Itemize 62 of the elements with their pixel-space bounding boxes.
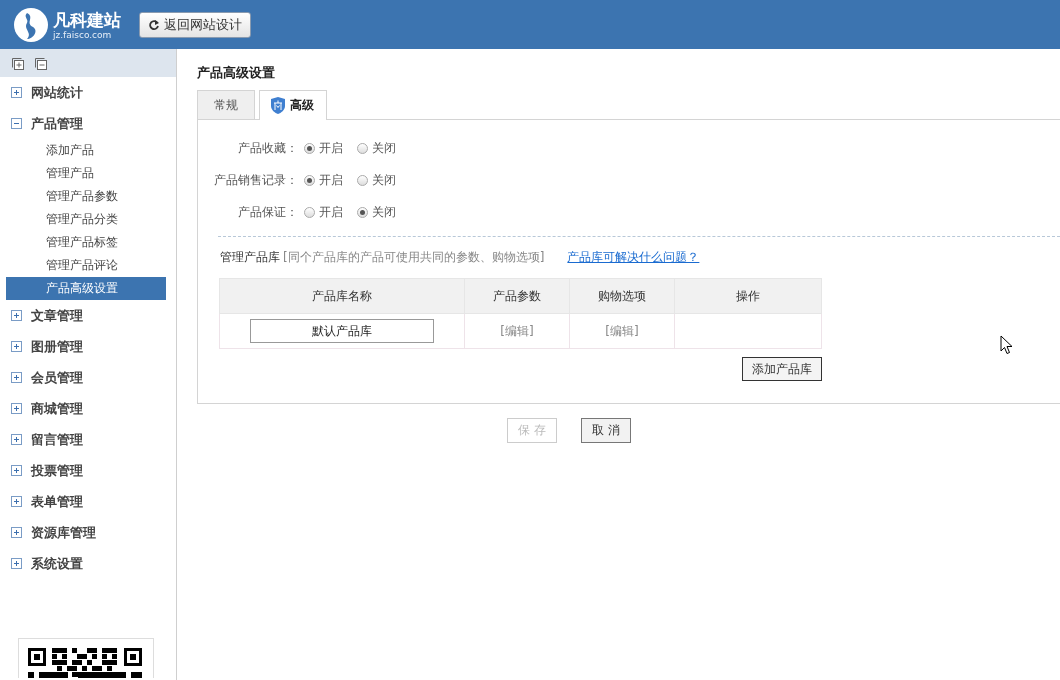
nav-item[interactable]: 系统设置 (0, 548, 176, 579)
sub-nav-item[interactable]: 产品高级设置 (6, 277, 166, 300)
nav-label: 资源库管理 (31, 523, 96, 542)
column-header: 购物选项 (569, 278, 675, 314)
nav-label: 商城管理 (31, 399, 83, 418)
nav-item[interactable]: 图册管理 (0, 331, 176, 362)
add-library-button[interactable]: 添加产品库 (742, 357, 822, 381)
nav-item[interactable]: 网站统计 (0, 77, 176, 108)
nav-label: 图册管理 (31, 337, 83, 356)
column-header: 产品参数 (464, 278, 570, 314)
nav-label: 产品管理 (31, 114, 83, 133)
nav-label: 留言管理 (31, 430, 83, 449)
logo-url: jz.faisco.com (53, 29, 113, 40)
nav-item[interactable]: 产品管理 (0, 108, 176, 139)
nav-label: 网站统计 (31, 83, 83, 102)
nav-label: 系统设置 (31, 554, 83, 573)
edit-link[interactable]: [编辑] (500, 323, 534, 338)
setting-label: 产品保证： (237, 203, 298, 221)
mouse-cursor-icon (1000, 335, 1014, 355)
section-hint: [同个产品库的产品可使用共同的参数、购物选项] (283, 248, 545, 266)
sub-nav-item[interactable]: 添加产品 (6, 139, 166, 162)
help-link[interactable]: 产品库可解决什么问题？ (567, 248, 700, 266)
sub-nav-item[interactable]: 管理产品 (6, 162, 166, 185)
section-title: 管理产品库 (220, 248, 280, 266)
setting-label: 产品销售记录： (213, 171, 298, 189)
sub-nav-item[interactable]: 管理产品分类 (6, 208, 166, 231)
expand-all-icon (11, 56, 24, 70)
nav-label: 表单管理 (31, 492, 83, 511)
nav-item[interactable]: 留言管理 (0, 424, 176, 455)
name-field[interactable]: 默认产品库 (250, 319, 434, 343)
radio-option[interactable]: 开启 (304, 139, 343, 157)
nav-label: 文章管理 (31, 306, 83, 325)
radio-option[interactable]: 开启 (304, 203, 343, 221)
sub-nav-item[interactable]: 管理产品参数 (6, 185, 166, 208)
sub-nav-item[interactable]: 管理产品评论 (6, 254, 166, 277)
tab[interactable]: 常规 (197, 90, 255, 119)
radio-option[interactable]: 开启 (304, 171, 343, 189)
back-button[interactable]: 返回网站设计 (139, 11, 251, 38)
radio-option[interactable]: 关闭 (357, 203, 396, 221)
nav-item[interactable]: 商城管理 (0, 393, 176, 424)
column-header: 操作 (674, 278, 822, 314)
shield-icon (270, 97, 286, 114)
radio-option[interactable]: 关闭 (357, 171, 396, 189)
nav-label: 会员管理 (31, 368, 83, 387)
tab[interactable]: 高级 (259, 90, 327, 120)
nav-item[interactable]: 表单管理 (0, 486, 176, 517)
nav-item[interactable]: 会员管理 (0, 362, 176, 393)
nav-item[interactable]: 资源库管理 (0, 517, 176, 548)
nav-item[interactable]: 投票管理 (0, 455, 176, 486)
radio-option[interactable]: 关闭 (357, 139, 396, 157)
nav-label: 投票管理 (31, 461, 83, 480)
action-button[interactable]: 取 消 (581, 418, 631, 443)
page-title: 产品高级设置 (197, 64, 276, 82)
edit-link[interactable]: [编辑] (605, 323, 639, 338)
logo-icon (13, 6, 49, 43)
nav-item[interactable]: 文章管理 (0, 300, 176, 331)
sub-nav-item[interactable]: 管理产品标签 (6, 231, 166, 254)
refresh-icon (148, 18, 160, 31)
setting-label: 产品收藏： (237, 139, 298, 157)
column-header: 产品库名称 (219, 278, 465, 314)
collapse-all-icon (34, 56, 47, 70)
logo-title: 凡科建站 (53, 9, 121, 30)
